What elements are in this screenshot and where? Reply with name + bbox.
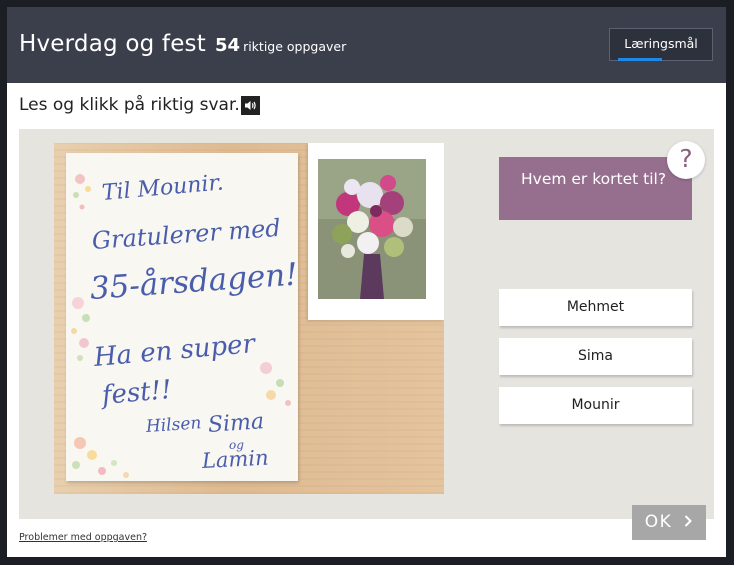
card-line-8: Lamin [201, 445, 270, 473]
audio-button[interactable] [241, 96, 260, 115]
help-button[interactable]: ? [667, 141, 705, 179]
ok-button[interactable]: OK [632, 505, 706, 540]
speaker-icon [245, 101, 256, 110]
exercise-stage: Til Mounir. Gratulerer med 35-årsdagen! … [19, 129, 714, 519]
correct-count-label: riktige oppgaver [243, 39, 347, 54]
header-bar: Hverdag og fest 54 riktige oppgaver Lærin… [7, 7, 726, 83]
card-line-6b: Sima [207, 409, 265, 438]
question-box: Hvem er kortet til? [499, 157, 692, 220]
flower-photo-frame [308, 143, 444, 320]
answer-option-sima[interactable]: Sima [499, 338, 692, 375]
answer-option-mehmet[interactable]: Mehmet [499, 289, 692, 326]
exercise-window: Hverdag og fest 54 riktige oppgaver Lærin… [7, 7, 726, 557]
learning-goals-label: Læringsmål [624, 36, 698, 51]
card-line-5: fest!! [100, 374, 173, 411]
learning-goals-button[interactable]: Læringsmål [609, 28, 713, 61]
bouquet-illustration [318, 159, 426, 299]
report-problem-link[interactable]: Problemer med oppgaven? [19, 532, 147, 543]
card-line-6a: Hilsen [145, 413, 203, 437]
page-title: Hverdag og fest [19, 31, 206, 57]
chevron-right-icon [685, 515, 693, 527]
greeting-card-photo: Til Mounir. Gratulerer med 35-årsdagen! … [54, 143, 444, 494]
greeting-card: Til Mounir. Gratulerer med 35-årsdagen! … [66, 153, 299, 481]
flower-bouquet-image [318, 159, 426, 299]
ok-label: OK [644, 512, 673, 532]
answer-option-mounir[interactable]: Mounir [499, 387, 692, 424]
correct-count-number: 54 [215, 35, 241, 56]
instruction-text: Les og klikk på riktig svar. [19, 95, 240, 115]
correct-count: 54 riktige oppgaver [215, 35, 346, 56]
learning-goals-underline [618, 58, 662, 61]
